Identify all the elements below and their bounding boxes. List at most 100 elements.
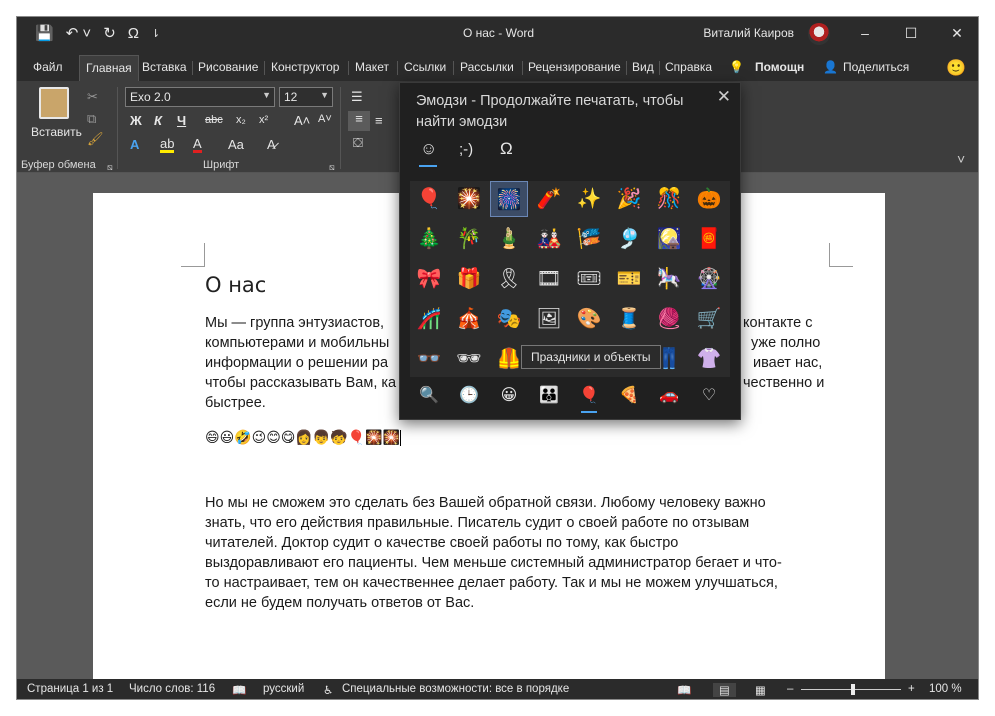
kaomoji-category-tab[interactable]: ;-) [459,141,473,158]
font-color-button[interactable]: A [193,137,202,153]
celebrations-icon[interactable]: 🎈 [577,385,601,413]
highlight-button[interactable]: ab [160,137,175,153]
smileys-icon[interactable]: 😀 [497,385,521,405]
emoji-cell[interactable]: 🎑 [650,221,688,257]
search-icon[interactable]: 🔍 [417,385,441,405]
emoji-cell[interactable]: 🎭 [490,301,528,337]
zoom-in-button[interactable]: + [908,683,915,695]
tab-draw[interactable]: Рисование [198,57,258,77]
clear-format-icon[interactable]: A̷ [267,137,276,152]
avatar[interactable] [808,23,830,45]
emoji-cell[interactable]: 🎇 [450,181,488,217]
emoji-cell[interactable]: 🎉 [610,181,648,217]
customize-qat-icon[interactable]: ⇂ [151,27,160,40]
emoji-cell[interactable]: 🕶 [450,341,488,377]
shading-icon[interactable]: ⛋ [353,135,363,151]
emoji-cell[interactable]: 🛒 [690,301,728,337]
tab-mailings[interactable]: Рассылки [460,57,514,77]
tab-design[interactable]: Конструктор [271,57,339,77]
emoji-cell[interactable]: 👚 [690,341,728,377]
change-case-button[interactable]: Aa [228,137,244,152]
minimize-button[interactable]: – [842,17,888,51]
close-icon[interactable]: ✕ [717,87,731,107]
emoji-cell[interactable]: 🧵 [610,301,648,337]
align-center-icon[interactable]: ≡ [375,113,383,128]
zoom-out-button[interactable]: – [787,683,793,695]
emoji-cell[interactable]: 🧧 [690,221,728,257]
read-mode-icon[interactable]: 📖 [677,683,691,697]
emoji-cell[interactable]: ✨ [570,181,608,217]
emoji-cell[interactable]: 🎏 [570,221,608,257]
tab-help[interactable]: Справка [665,57,712,77]
grow-font-button[interactable]: A˄ [294,113,310,128]
undo-icon[interactable]: ↶ ˅ [66,24,92,42]
underline-button[interactable]: Ч [177,113,186,128]
tab-layout[interactable]: Макет [355,57,389,77]
accessibility-status[interactable]: Специальные возможности: все в порядке [342,683,569,695]
emoji-cell-selected[interactable]: 🎆 [490,181,528,217]
word-count[interactable]: Число слов: 116 [129,683,215,695]
subscript-button[interactable]: x₂ [236,114,246,126]
accessibility-icon[interactable]: ♿ [323,683,333,697]
emoji-cell[interactable]: 🧨 [530,181,568,217]
heart-icon[interactable]: ♡ [697,385,721,405]
bold-button[interactable]: Ж [130,113,142,128]
maximize-button[interactable]: ☐ [888,17,934,51]
symbols-category-tab[interactable]: Ω [500,139,513,159]
food-icon[interactable]: 🍕 [617,385,641,405]
emoji-cell[interactable]: 🎨 [570,301,608,337]
share-icon[interactable]: 👤 [823,57,838,77]
emoji-cell[interactable]: 🎋 [450,221,488,257]
align-left-icon[interactable]: ≡ [348,111,370,131]
zoom-slider-thumb[interactable] [851,684,855,695]
shrink-font-button[interactable]: A˅ [318,113,332,125]
emoji-cell[interactable]: 🎗 [490,261,528,297]
emoji-cell[interactable]: 🎡 [690,261,728,297]
emoji-cell[interactable]: 🎢 [410,301,448,337]
emoji-cell[interactable]: 🎪 [450,301,488,337]
superscript-button[interactable]: x² [259,114,268,126]
web-layout-icon[interactable]: ▦ [755,683,766,697]
share-button[interactable]: Поделиться [843,57,909,77]
italic-button[interactable]: К [154,113,162,128]
emoji-cell[interactable]: 🎀 [410,261,448,297]
redo-icon[interactable]: ↻ [103,24,116,42]
tab-file[interactable]: Файл [33,57,63,77]
emoji-cell[interactable]: 👓 [410,341,448,377]
recent-icon[interactable]: 🕒 [457,385,481,405]
tab-home[interactable]: Главная [79,55,139,82]
emoji-cell[interactable]: 🎫 [610,261,648,297]
text-effects-button[interactable]: A [130,137,139,152]
emoji-cell[interactable]: 🎄 [410,221,448,257]
copy-icon[interactable]: ⧉ [87,111,96,127]
emoji-cell[interactable]: 🎞 [530,261,568,297]
clipboard-launcher-icon[interactable]: ⧅ [107,162,113,173]
paste-label[interactable]: Вставить [31,125,82,139]
user-name[interactable]: Виталий Каиров [703,26,794,40]
people-icon[interactable]: 👪 [537,385,561,405]
tell-me-box[interactable]: Помощн [755,57,804,77]
emoji-cell[interactable]: 🎍 [490,221,528,257]
proofing-icon[interactable]: 📖 [232,683,246,697]
emoji-cell[interactable]: 🎎 [530,221,568,257]
lightbulb-icon[interactable]: 💡 [729,57,744,77]
save-icon[interactable]: 💾 [35,24,54,42]
tab-insert[interactable]: Вставка [142,57,187,77]
page-count[interactable]: Страница 1 из 1 [27,683,113,695]
format-painter-icon[interactable]: 🖌 [87,131,104,147]
tab-review[interactable]: Рецензирование [528,57,621,77]
emoji-cell[interactable]: 🎐 [610,221,648,257]
tab-view[interactable]: Вид [632,57,654,77]
insert-symbol-icon[interactable]: Ω [128,25,139,42]
font-name-combo[interactable]: Exo 2.0 ▼ [125,87,275,107]
collapse-ribbon-icon[interactable]: ˅ [957,151,965,167]
zoom-level[interactable]: 100 % [929,683,962,695]
cut-icon[interactable]: ✂ [87,89,98,105]
transport-icon[interactable]: 🚗 [657,385,681,405]
font-launcher-icon[interactable]: ⧅ [329,162,335,173]
emoji-cell[interactable]: 🎁 [450,261,488,297]
print-layout-icon[interactable]: ▤ [713,683,736,697]
smiley-feedback-icon[interactable]: 🙂 [946,55,966,81]
emoji-cell[interactable]: 🎟 [570,261,608,297]
emoji-cell[interactable]: 🧶 [650,301,688,337]
